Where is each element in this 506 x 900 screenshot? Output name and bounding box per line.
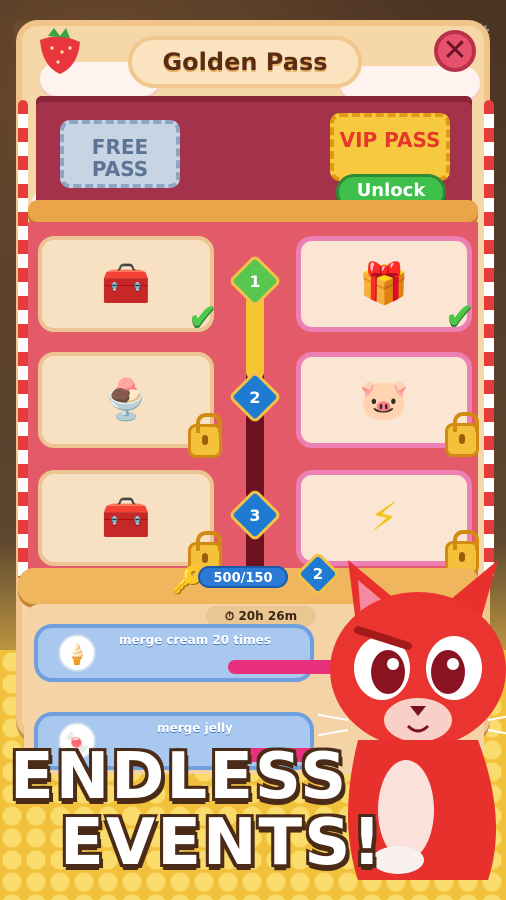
check-icon: ✔ xyxy=(444,296,475,337)
vip-reward-3[interactable]: ⚡ xyxy=(296,470,479,575)
points-progress-bar: 500/150 xyxy=(198,566,288,588)
piggy-bank-icon: 🐷 xyxy=(359,377,409,423)
quest-timer: ⏱ 20h 26m xyxy=(206,606,316,626)
quest-item[interactable]: 🍦 merge cream 20 times xyxy=(34,624,338,682)
parfait-icon: 🍨 xyxy=(101,377,151,423)
quest-text: merge jelly xyxy=(157,721,233,735)
free-pass-ticket: FREE PASS xyxy=(60,120,180,188)
lock-icon xyxy=(445,412,479,457)
headline-line-2: EVENTS! xyxy=(60,806,384,880)
chest-icon: 🧰 xyxy=(101,495,151,541)
lightning-icon: ⚡ xyxy=(369,495,399,541)
close-icon: ✕ xyxy=(442,33,468,68)
headline-line-1: ENDLESS xyxy=(10,740,349,814)
free-reward-2[interactable]: 🍨 xyxy=(38,352,222,458)
vip-reward-1[interactable]: 🎁 ✔ xyxy=(296,236,475,337)
candy-stripe-right xyxy=(484,100,494,580)
close-button[interactable]: ✕ xyxy=(434,30,476,72)
candy-stripe-left xyxy=(18,100,28,580)
page-title: Golden Pass xyxy=(128,36,362,88)
lock-icon xyxy=(188,413,222,458)
free-pass-label: FREE PASS xyxy=(91,135,149,181)
chest-icon: 🧰 xyxy=(101,261,151,307)
vip-pass-ticket: VIP PASS xyxy=(330,113,450,181)
whipped-cream-icon: 🍦 xyxy=(58,634,96,672)
strawberry-icon xyxy=(40,28,80,74)
promo-headline: ENDLESS EVENTS! xyxy=(10,744,430,876)
wafer-shelf xyxy=(28,200,478,222)
quest-text: merge cream 20 times xyxy=(119,633,271,647)
treasure-chest-icon: 🎁 xyxy=(359,261,409,307)
vip-pass-label: VIP PASS xyxy=(339,128,441,152)
check-icon: ✔ xyxy=(187,297,218,338)
clock-icon: ⏱ xyxy=(224,609,239,623)
vip-reward-2[interactable]: 🐷 xyxy=(296,352,479,457)
free-reward-1[interactable]: 🧰 ✔ xyxy=(38,236,218,338)
free-reward-3[interactable]: 🧰 xyxy=(38,470,222,576)
